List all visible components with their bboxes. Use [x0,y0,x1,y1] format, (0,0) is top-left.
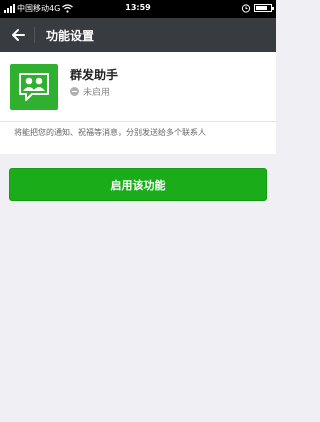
status-right [241,3,274,13]
title-bar: 功能设置 [0,18,276,52]
alarm-icon [241,4,251,13]
disabled-status-icon [70,87,79,96]
battery-icon [254,4,274,12]
status-bar: 中国移动4G 13:59 [0,0,276,18]
feature-name: 群发助手 [70,68,119,82]
arrow-left-icon[interactable] [8,25,28,45]
feature-description: 将能把您的通知、祝福等消息，分别发送给多个联系人 [0,121,276,154]
group-users-icon [10,64,58,110]
status-text: 未启用 [83,88,111,98]
feature-card: 群发助手 未启用 [0,52,276,121]
feature-status: 未启用 [70,85,110,98]
title-separator [34,27,35,43]
enable-feature-button[interactable]: 启用该功能 [9,168,267,201]
clock: 13:59 [125,3,151,12]
page-title: 功能设置 [46,29,95,43]
